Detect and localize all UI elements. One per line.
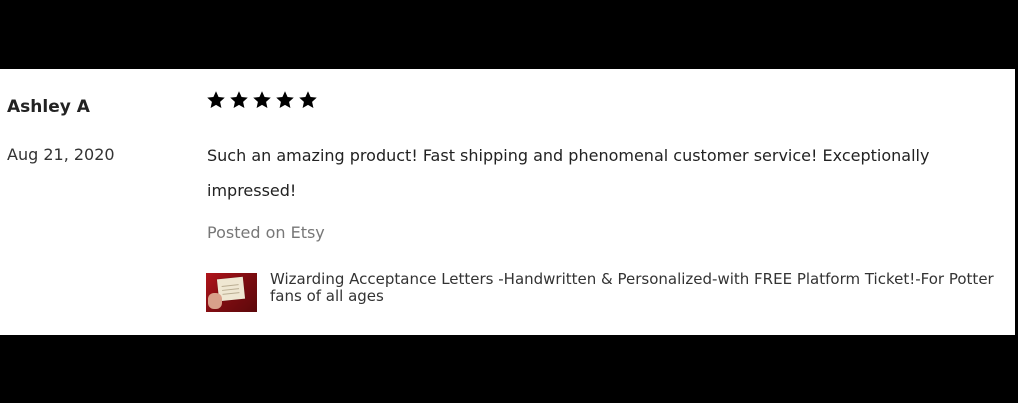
star-icon	[252, 90, 272, 110]
screenshot-frame: Ashley A Aug 21, 2020 Such an amazing pr…	[0, 0, 1018, 403]
reviewer-name[interactable]: Ashley A	[7, 97, 90, 117]
review-date: Aug 21, 2020	[7, 145, 115, 164]
review-card: Ashley A Aug 21, 2020 Such an amazing pr…	[0, 69, 1015, 335]
star-rating	[206, 90, 318, 110]
product-link[interactable]: Wizarding Acceptance Letters -Handwritte…	[206, 271, 1006, 313]
review-text: Such an amazing product! Fast shipping a…	[207, 146, 930, 200]
star-icon	[275, 90, 295, 110]
star-icon	[229, 90, 249, 110]
star-icon	[206, 90, 226, 110]
product-title[interactable]: Wizarding Acceptance Letters -Handwritte…	[270, 271, 1005, 305]
review-source: Posted on Etsy	[207, 223, 325, 242]
star-icon	[298, 90, 318, 110]
product-thumbnail[interactable]	[206, 273, 257, 312]
